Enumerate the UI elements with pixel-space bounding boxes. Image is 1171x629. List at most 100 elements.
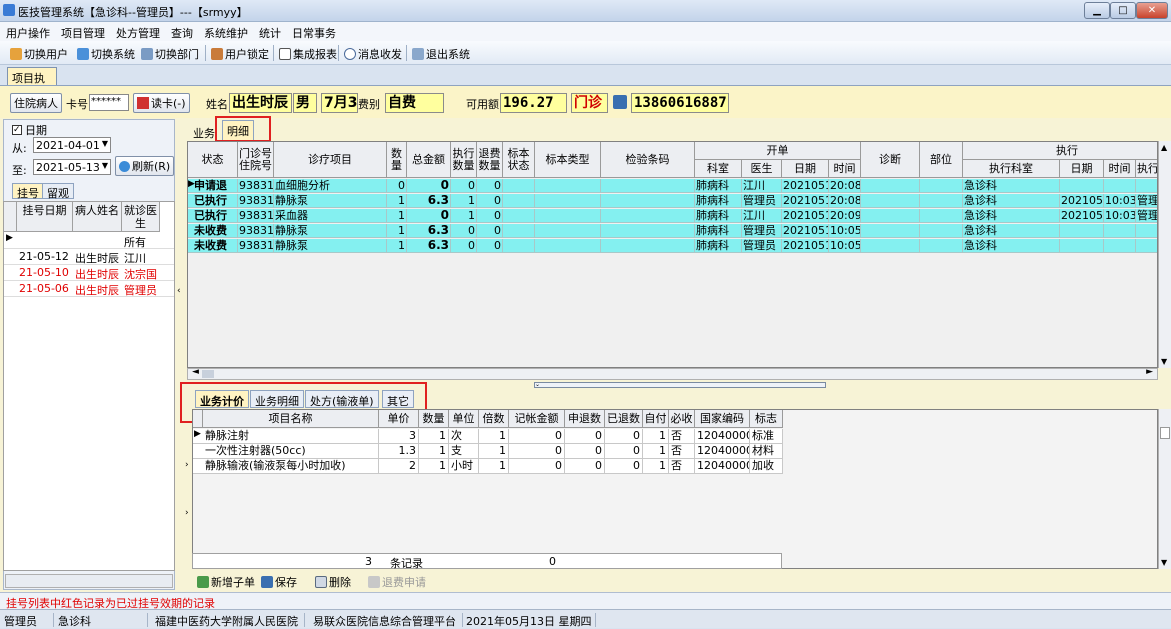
pricing-cell: 1.3 bbox=[379, 444, 419, 459]
grid-cell: 0 bbox=[477, 209, 503, 223]
pricing-row[interactable]: ▶静脉注射31次10001否120400002标准 bbox=[193, 429, 783, 444]
sub-header: 项目名称 bbox=[203, 410, 379, 428]
lock-icon bbox=[211, 48, 223, 60]
row-pointer-icon: ▶ bbox=[188, 179, 195, 189]
fee-type: 自费 bbox=[385, 93, 444, 113]
pricing-cell: 静脉注射 bbox=[203, 429, 379, 444]
tab-business[interactable]: 业务 bbox=[191, 123, 217, 143]
from-date-picker[interactable]: 2021-04-01 ▼ bbox=[33, 137, 111, 153]
grid-row[interactable]: 未收费938311静脉泵16.300肺病科管理员2021051310:05:急诊… bbox=[188, 224, 1157, 238]
menu-query[interactable]: 查询 bbox=[165, 22, 198, 41]
collapse-left-icon[interactable]: ‹ bbox=[177, 286, 181, 296]
register-row[interactable]: 21-05-12 出生时辰 江川 bbox=[4, 249, 174, 265]
read-card-button[interactable]: 读卡(-) bbox=[133, 93, 190, 113]
pricing-cell: 1 bbox=[643, 459, 669, 474]
grid-header: 部位 bbox=[920, 142, 963, 178]
card-field[interactable]: ****** bbox=[89, 94, 129, 111]
grid-cell bbox=[535, 209, 601, 223]
toolbar-separator bbox=[205, 45, 206, 61]
register-row[interactable]: 21-05-06 出生时辰 管理员 bbox=[4, 281, 174, 297]
pricing-cell: 1 bbox=[643, 444, 669, 459]
switch-user-button[interactable]: 切换用户 bbox=[10, 46, 68, 62]
grid-cell: 20210512 bbox=[782, 179, 829, 193]
grid-cell bbox=[861, 224, 920, 238]
status-dept: 急诊科 bbox=[58, 613, 148, 628]
menu-prescription[interactable]: 处方管理 bbox=[110, 22, 165, 41]
grid-hscroll[interactable]: ◄ ► bbox=[187, 367, 1158, 380]
splitter-handle[interactable]: ⌄ bbox=[534, 382, 826, 388]
grid-cell: 10:05: bbox=[829, 239, 861, 253]
register-row[interactable]: ▶ 所有 bbox=[4, 233, 174, 249]
tab-register[interactable]: 挂号 bbox=[12, 183, 44, 200]
grid-header: 标本状态 bbox=[503, 142, 535, 178]
inpatient-button[interactable]: 住院病人 bbox=[10, 93, 62, 113]
sub-header: 单位 bbox=[449, 410, 479, 428]
grid-cell: 急诊科 bbox=[963, 224, 1060, 238]
menu-stats[interactable]: 统计 bbox=[253, 22, 286, 41]
pricing-cell: 1 bbox=[479, 444, 509, 459]
sub-header: 必收 bbox=[669, 410, 695, 428]
exit-button[interactable]: 退出系统 bbox=[412, 46, 470, 62]
pricing-row[interactable]: 一次性注射器(50cc)1.31支10001否120400002材料 bbox=[193, 444, 783, 459]
card-label: 卡号 bbox=[66, 98, 88, 111]
menu-item-mgmt[interactable]: 项目管理 bbox=[55, 22, 110, 41]
grid-cell bbox=[601, 194, 695, 208]
grid-cell: 管理员 bbox=[742, 239, 782, 253]
menu-system[interactable]: 系统维护 bbox=[198, 22, 253, 41]
menu-user[interactable]: 用户操作 bbox=[0, 22, 55, 41]
sub-header-corner bbox=[193, 410, 203, 428]
delete-button[interactable]: 删除 bbox=[315, 574, 351, 590]
pricing-cell: 0 bbox=[509, 459, 565, 474]
patient-phone: 13860616887 bbox=[631, 93, 729, 113]
status-platform: 易联众医院信息综合管理平台 bbox=[313, 613, 463, 628]
toolbar-separator bbox=[273, 45, 274, 61]
menu-daily[interactable]: 日常事务 bbox=[286, 22, 341, 41]
maximize-button[interactable]: □ bbox=[1110, 2, 1136, 19]
register-row[interactable]: 21-05-10 出生时辰 沈宗国 bbox=[4, 265, 174, 281]
register-table: 挂号日期 病人姓名 就诊医生 ▶ 所有 21-05-12 出生时辰 江川 21-05-10… bbox=[3, 201, 175, 571]
grid-row[interactable]: 未收费938311静脉泵16.300肺病科管理员2021051310:05:急诊… bbox=[188, 239, 1157, 253]
highlight-box bbox=[215, 116, 271, 142]
grid-cell: 1 bbox=[387, 194, 407, 208]
grid-cell bbox=[920, 239, 963, 253]
minimize-button[interactable]: ▁ bbox=[1084, 2, 1110, 19]
switch-dept-button[interactable]: 切换部门 bbox=[141, 46, 199, 62]
grid-row[interactable]: 已执行938311静脉泵16.310肺病科管理员2021051220:08:急诊… bbox=[188, 194, 1157, 208]
col-patient-name: 病人姓名 bbox=[73, 202, 122, 232]
arrow-down-icon: ▼ bbox=[1161, 558, 1168, 567]
grid-row[interactable]: 已执行938311采血器1010肺病科江川2021051220:09:急诊科20… bbox=[188, 209, 1157, 223]
col-reg-date: 挂号日期 bbox=[17, 202, 73, 232]
close-button[interactable]: ✕ bbox=[1136, 2, 1168, 19]
grid-vscroll[interactable]: ▲ ▼ bbox=[1158, 141, 1171, 368]
status-user: 管理员 bbox=[4, 613, 54, 628]
pricing-vscroll[interactable]: ▼ bbox=[1158, 409, 1171, 569]
grid-cell bbox=[601, 239, 695, 253]
grid-cell: 6.3 bbox=[407, 224, 451, 238]
grid-cell: 已执行 bbox=[188, 209, 238, 223]
save-button[interactable]: 保存 bbox=[261, 574, 297, 590]
grid-cell: 0 bbox=[477, 239, 503, 253]
pricing-cell: 加收 bbox=[750, 459, 783, 474]
pricing-cell: 1 bbox=[419, 444, 449, 459]
scroll-thumb[interactable] bbox=[1160, 427, 1170, 439]
add-sub-order-button[interactable]: 新增子单 bbox=[197, 574, 255, 590]
date-filter-checkbox[interactable]: ✓ 日期 bbox=[12, 122, 47, 138]
report-button[interactable]: 集成报表 bbox=[279, 46, 337, 62]
scroll-thumb[interactable] bbox=[202, 370, 214, 378]
pricing-row[interactable]: 静脉输液(输液泵每小时加收)21小时10001否12040000€加收 bbox=[193, 459, 783, 474]
tab-observe[interactable]: 留观 bbox=[42, 183, 74, 200]
expand-icon[interactable]: › bbox=[185, 508, 189, 518]
left-hscroll[interactable] bbox=[5, 574, 173, 588]
message-button[interactable]: 消息收发 bbox=[344, 46, 402, 62]
refund-request-button[interactable]: 退费申请 bbox=[368, 574, 426, 590]
refresh-button[interactable]: 刷新(R) bbox=[115, 156, 175, 176]
grid-cell bbox=[601, 209, 695, 223]
expand-icon[interactable]: › bbox=[185, 460, 189, 470]
switch-system-button[interactable]: 切换系统 bbox=[77, 46, 135, 62]
grid-cell: 管理员 bbox=[742, 224, 782, 238]
to-date-picker[interactable]: 2021-05-13 ▼ bbox=[33, 159, 111, 175]
tab-project-exec[interactable]: 项目执行 bbox=[7, 67, 57, 101]
grid-row[interactable]: 申请退938311血细胞分析0000肺病科江川2021051220:08:急诊科… bbox=[188, 179, 1157, 193]
lock-user-button[interactable]: 用户锁定 bbox=[211, 46, 269, 62]
grid-header: 执行科室 bbox=[963, 160, 1060, 178]
